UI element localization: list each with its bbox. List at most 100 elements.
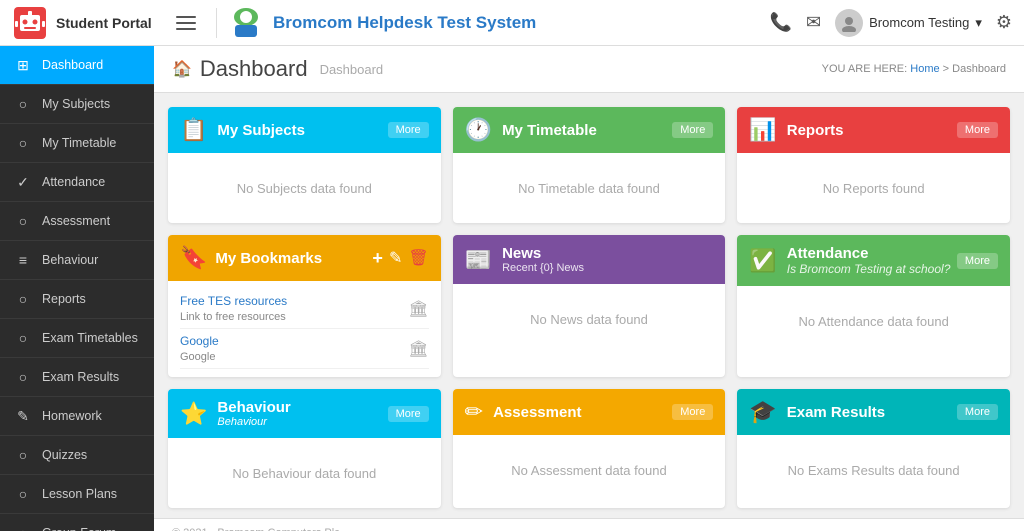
widget-header-reports: 📊 Reports More (737, 107, 1010, 153)
sidebar-item-lesson-plans[interactable]: ○ Lesson Plans (0, 475, 154, 514)
sidebar-item-exam-timetables[interactable]: ○ Exam Timetables (0, 319, 154, 358)
sidebar-item-assessment[interactable]: ○ Assessment (0, 202, 154, 241)
page-header: 🏠 Dashboard Dashboard YOU ARE HERE: Home… (154, 46, 1024, 93)
sidebar: ⊞ Dashboard ○ My Subjects ○ My Timetable… (0, 46, 154, 531)
widget-subtitle: Recent {0} News (502, 262, 584, 274)
widget-title: Reports (787, 122, 844, 139)
sidebar-item-quizzes[interactable]: ○ Quizzes (0, 436, 154, 475)
sidebar-item-reports[interactable]: ○ Reports (0, 280, 154, 319)
bookmark-building-icon2: 🏛 (408, 339, 428, 359)
attendance-more-button[interactable]: More (957, 253, 998, 269)
sidebar-item-label: Reports (42, 292, 86, 306)
sidebar-item-label: Lesson Plans (42, 487, 117, 501)
breadcrumb-home[interactable]: Home (910, 63, 939, 75)
my-subjects-more-button[interactable]: More (388, 122, 429, 138)
sidebar-item-label: Exam Timetables (42, 331, 138, 345)
page-title: Dashboard (200, 56, 308, 82)
topbar-right: 📞 ✉ Bromcom Testing ▾ ⚙ (770, 9, 1012, 37)
behaviour-more-button[interactable]: More (388, 406, 429, 422)
sidebar-item-label: My Timetable (42, 136, 116, 150)
sidebar-item-my-timetable[interactable]: ○ My Timetable (0, 124, 154, 163)
bookmark-building-icon: 🏛 (408, 299, 428, 319)
widget-title-block: Assessment (493, 404, 581, 421)
bookmark-link[interactable]: Free TES resources (180, 294, 287, 308)
sidebar-item-dashboard[interactable]: ⊞ Dashboard (0, 46, 154, 85)
behaviour-widget-icon: ⭐ (180, 401, 207, 427)
sidebar-item-label: Exam Results (42, 370, 119, 384)
homework-icon: ✎ (14, 407, 32, 425)
topbar-divider (216, 8, 217, 38)
widget-my-bookmarks: 🔖 My Bookmarks + ✎ 🗑 Free TES resources … (168, 235, 441, 377)
widget-body-my-subjects: No Subjects data found (168, 153, 441, 223)
sidebar-item-homework[interactable]: ✎ Homework (0, 397, 154, 436)
sidebar-item-label: Homework (42, 409, 102, 423)
assessment-widget-icon: ✏ (465, 399, 483, 425)
sidebar-item-label: Quizzes (42, 448, 87, 462)
widget-my-subjects: 📋 My Subjects More No Subjects data foun… (168, 107, 441, 223)
reports-more-button[interactable]: More (957, 122, 998, 138)
widget-title: Exam Results (787, 404, 885, 421)
bookmark-desc: Google (180, 351, 215, 363)
widget-title-block: Attendance Is Bromcom Testing at school? (787, 245, 951, 276)
widget-title-block: Reports (787, 122, 844, 139)
main-layout: ⊞ Dashboard ○ My Subjects ○ My Timetable… (0, 46, 1024, 531)
bookmark-link[interactable]: Google (180, 334, 219, 348)
widget-title-block: Behaviour Behaviour (217, 399, 290, 428)
sidebar-item-exam-results[interactable]: ○ Exam Results (0, 358, 154, 397)
exam-results-icon: ○ (14, 368, 32, 386)
reports-empty-text: No Reports found (823, 181, 925, 196)
assessment-empty-text: No Assessment data found (511, 463, 666, 478)
widget-reports: 📊 Reports More No Reports found (737, 107, 1010, 223)
group-forum-icon: ○ (14, 524, 32, 531)
mail-icon[interactable]: ✉ (806, 12, 821, 33)
edit-bookmark-button[interactable]: ✎ (389, 248, 402, 268)
sidebar-item-attendance[interactable]: ✓ Attendance (0, 163, 154, 202)
exam-results-empty-text: No Exams Results data found (788, 463, 960, 478)
phone-icon[interactable]: 📞 (770, 12, 792, 33)
sidebar-item-behaviour[interactable]: ≡ Behaviour (0, 241, 154, 280)
widget-body-reports: No Reports found (737, 153, 1010, 223)
subjects-widget-icon: 📋 (180, 117, 207, 143)
portal-logo: Student Portal (12, 5, 166, 41)
sidebar-item-group-forum[interactable]: ○ Group Forum (0, 514, 154, 531)
sidebar-item-label: My Subjects (42, 97, 110, 111)
brand-section: Bromcom Helpdesk Test System (227, 7, 770, 39)
bookmarks-body: Free TES resources Link to free resource… (168, 281, 441, 377)
widget-header-left: 🎓 Exam Results (749, 399, 885, 425)
user-name: Bromcom Testing (869, 15, 969, 30)
widget-header-exam-results: 🎓 Exam Results More (737, 389, 1010, 435)
widget-title: My Subjects (217, 122, 305, 139)
widget-body-my-timetable: No Timetable data found (453, 153, 726, 223)
bookmarks-actions: + ✎ 🗑 (372, 248, 428, 269)
add-bookmark-button[interactable]: + (372, 248, 383, 269)
brand-title: Bromcom Helpdesk Test System (273, 13, 536, 33)
my-timetable-more-button[interactable]: More (672, 122, 713, 138)
widget-header-left: ⭐ Behaviour Behaviour (180, 399, 291, 428)
user-avatar (835, 9, 863, 37)
behaviour-icon: ≡ (14, 251, 32, 269)
robot-icon (12, 5, 48, 41)
exam-results-more-button[interactable]: More (957, 404, 998, 420)
widget-title: My Timetable (502, 122, 597, 139)
timetable-widget-icon: 🕐 (465, 117, 492, 143)
widget-title-block: My Timetable (502, 122, 597, 139)
delete-bookmark-button[interactable]: 🗑 (408, 248, 428, 268)
sidebar-item-my-subjects[interactable]: ○ My Subjects (0, 85, 154, 124)
breadcrumb: YOU ARE HERE: Home > Dashboard (822, 63, 1006, 75)
lesson-plans-icon: ○ (14, 485, 32, 503)
widget-body-exam-results: No Exams Results data found (737, 435, 1010, 505)
sidebar-item-label: Dashboard (42, 58, 103, 72)
user-menu[interactable]: Bromcom Testing ▾ (835, 9, 982, 37)
widget-attendance: ✅ Attendance Is Bromcom Testing at schoo… (737, 235, 1010, 377)
home-icon[interactable]: 🏠 (172, 59, 192, 79)
widget-header-left: 📋 My Subjects (180, 117, 305, 143)
bookmark-content: Google Google (180, 334, 219, 363)
assessment-more-button[interactable]: More (672, 404, 713, 420)
widget-body-news: No News data found (453, 284, 726, 354)
widget-header-attendance: ✅ Attendance Is Bromcom Testing at schoo… (737, 235, 1010, 286)
my-subjects-empty-text: No Subjects data found (237, 181, 372, 196)
breadcrumb-current: Dashboard (952, 63, 1006, 75)
hamburger-menu[interactable] (176, 16, 196, 30)
gear-icon[interactable]: ⚙ (996, 12, 1012, 33)
footer: © 2021 - Bromcom Computers Plc (154, 518, 1024, 531)
